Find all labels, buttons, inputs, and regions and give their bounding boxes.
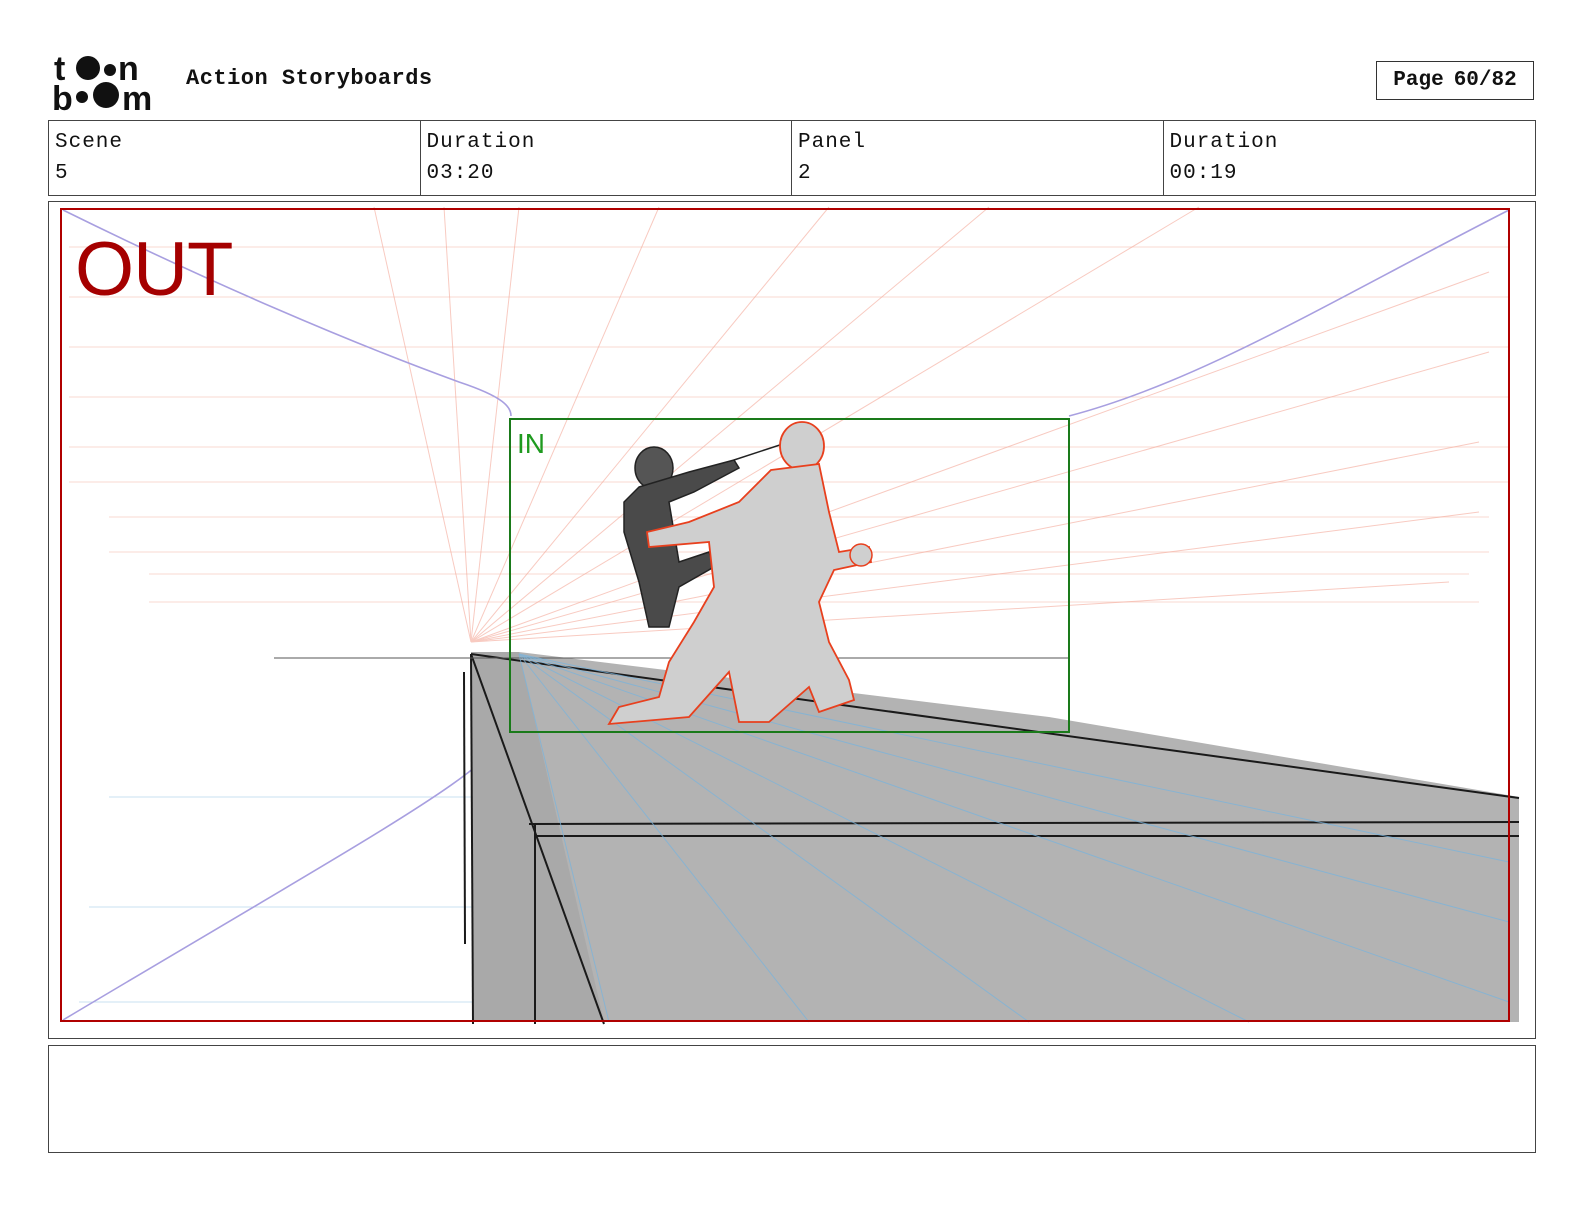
panel-cell: Panel 2 [792,121,1164,195]
scene-cell: Scene 5 [49,121,421,195]
document-title: Action Storyboards [186,66,433,91]
scene-duration-value: 03:20 [426,162,495,185]
scene-duration-label: Duration [426,131,536,154]
page-indicator: Page 60/82 [1376,61,1534,100]
panel-label: Panel [798,131,867,154]
panel-duration-cell: Duration 00:19 [1164,121,1536,195]
storyboard-panel: OUT IN [48,201,1536,1039]
out-frame-label: OUT [75,227,233,312]
perspective-rays [373,206,1490,643]
panel-duration-label: Duration [1169,131,1279,154]
page-value: 60/82 [1453,69,1517,92]
scene-value: 5 [55,162,69,185]
in-frame-label: IN [517,428,545,459]
caption-box [48,1045,1536,1153]
toon-boom-logo: t n b m [52,50,164,118]
scene-label: Scene [55,131,124,154]
svg-text:b: b [52,80,73,112]
panel-artwork [60,206,1520,1025]
rooftop-building [274,652,1520,1025]
scene-duration-cell: Duration 03:20 [421,121,792,195]
panel-value: 2 [798,162,812,185]
scene-info-table: Scene 5 Duration 03:20 Panel 2 Duration … [48,120,1536,196]
page-label: Page [1393,69,1444,92]
svg-text:m: m [122,80,152,112]
panel-duration-value: 00:19 [1169,162,1238,185]
